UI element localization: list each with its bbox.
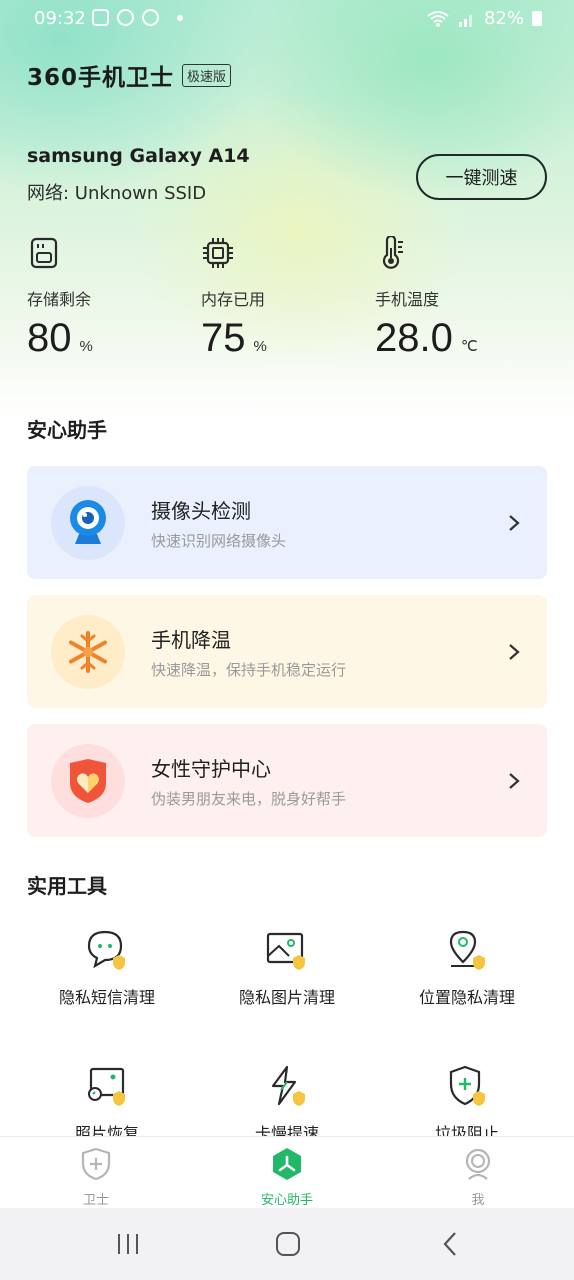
temperature-label: 手机温度	[375, 290, 440, 309]
tool-junk-block[interactable]: 垃圾阻止	[387, 1064, 547, 1144]
storage-label: 存储剩余	[27, 290, 92, 309]
camera-card-title: 摄像头检测	[151, 498, 251, 523]
assistant-hex-icon	[273, 1148, 301, 1180]
phone-cooling-card[interactable]: 手机降温 快速降温，保持手机稳定运行	[27, 595, 547, 708]
recent-apps-button[interactable]	[106, 1228, 150, 1260]
chat-bubble-icon	[87, 930, 125, 970]
memory-label: 内存已用	[201, 290, 266, 309]
app-logo: 360手机卫士 极速版	[27, 58, 232, 92]
temperature-value-row: 28.0 ℃	[375, 316, 535, 361]
back-icon	[443, 1232, 456, 1256]
wifi-icon	[427, 10, 449, 27]
cloud-notification-icon	[117, 9, 134, 26]
status-bar: 09:32 82%	[0, 0, 574, 38]
cooling-card-text: 手机降温 快速降温，保持手机稳定运行	[151, 624, 499, 680]
memory-value: 75	[201, 316, 246, 360]
temperature-value: 28.0	[375, 316, 453, 360]
notification-icons	[92, 9, 183, 26]
camera-card-text: 摄像头检测 快速识别网络摄像头	[151, 495, 499, 551]
status-right: 82%	[426, 8, 542, 29]
more-notifications-icon	[177, 15, 183, 21]
shield-plus-icon	[81, 1147, 111, 1181]
thermometer-icon	[382, 234, 403, 269]
speed-test-button[interactable]: 一键测速	[416, 154, 547, 200]
gallery-notification-icon	[92, 9, 109, 26]
female-guard-card[interactable]: 女性守护中心 伪装男朋友来电，脱身好帮手	[27, 724, 547, 837]
assistant-section-title: 安心助手	[27, 418, 107, 442]
camera-card-subtitle: 快速识别网络摄像头	[151, 531, 287, 550]
memory-stat[interactable]: 内存已用 75%	[201, 236, 361, 361]
tool-label: 位置隐私清理	[418, 988, 515, 1007]
photo-restore-icon	[88, 1067, 125, 1106]
memory-unit: %	[253, 338, 267, 355]
chevron-right-icon	[499, 514, 529, 532]
storage-value: 80	[27, 316, 72, 360]
tool-photo-recovery[interactable]: 照片恢复	[27, 1064, 187, 1144]
device-name: samsung Galaxy A14	[27, 145, 250, 167]
lightning-icon	[271, 1065, 305, 1106]
shield-plus-icon	[449, 1065, 485, 1106]
tool-label: 隐私图片清理	[238, 988, 335, 1007]
cooling-card-subtitle: 快速降温，保持手机稳定运行	[151, 660, 347, 679]
memory-value-row: 75%	[201, 316, 361, 361]
signal-icon	[458, 14, 472, 27]
tools-section-title: 实用工具	[27, 874, 107, 898]
nav-profile-label: 我	[471, 1193, 485, 1208]
nav-guard-label: 卫士	[82, 1193, 109, 1208]
home-button[interactable]	[266, 1228, 310, 1260]
version-badge: 极速版	[182, 63, 232, 87]
system-navigation-bar	[0, 1208, 574, 1280]
cooling-card-title: 手机降温	[151, 627, 231, 652]
tool-sms-cleanup[interactable]: 隐私短信清理	[27, 928, 187, 1008]
tool-location-cleanup[interactable]: 位置隐私清理	[387, 928, 547, 1008]
chevron-right-icon	[499, 643, 529, 661]
webcam-icon	[51, 485, 125, 560]
storage-stat[interactable]: 存储剩余 80%	[27, 236, 187, 361]
recent-apps-icon	[118, 1234, 138, 1254]
tool-speed-boost[interactable]: 卡慢提速	[207, 1064, 367, 1144]
chevron-right-icon	[499, 772, 529, 790]
sync-notification-icon	[142, 9, 159, 26]
network-info: 网络: Unknown SSID	[27, 183, 207, 204]
temperature-unit: ℃	[460, 338, 478, 355]
nav-assistant[interactable]: 安心助手	[227, 1147, 347, 1208]
chip-icon	[203, 238, 233, 268]
battery-percent: 82%	[483, 8, 524, 29]
nav-assistant-label: 安心助手	[260, 1193, 313, 1208]
battery-icon	[532, 11, 542, 26]
sd-card-icon	[30, 237, 58, 269]
tool-label: 隐私短信清理	[58, 988, 155, 1007]
camera-detection-card[interactable]: 摄像头检测 快速识别网络摄像头	[27, 466, 547, 579]
status-time: 09:32	[34, 8, 86, 29]
guard-card-text: 女性守护中心 伪装男朋友来电，脱身好帮手	[151, 753, 499, 809]
home-icon	[276, 1232, 300, 1256]
guard-card-subtitle: 伪装男朋友来电，脱身好帮手	[151, 789, 347, 808]
tool-image-cleanup[interactable]: 隐私图片清理	[207, 928, 367, 1008]
bottom-navigation: 卫士 安心助手 我	[0, 1136, 574, 1208]
guard-card-title: 女性守护中心	[151, 756, 271, 781]
profile-icon	[465, 1148, 491, 1180]
heart-shield-icon	[51, 743, 125, 818]
image-icon	[266, 932, 305, 970]
logo-text: 360手机卫士	[27, 65, 175, 91]
back-button[interactable]	[428, 1228, 472, 1260]
snowflake-icon	[51, 614, 125, 689]
temperature-stat[interactable]: 手机温度 28.0 ℃	[375, 234, 535, 361]
storage-value-row: 80%	[27, 316, 187, 361]
nav-guard[interactable]: 卫士	[36, 1147, 156, 1208]
location-pin-icon	[449, 930, 485, 970]
storage-unit: %	[79, 338, 93, 355]
nav-profile[interactable]: 我	[418, 1147, 538, 1208]
